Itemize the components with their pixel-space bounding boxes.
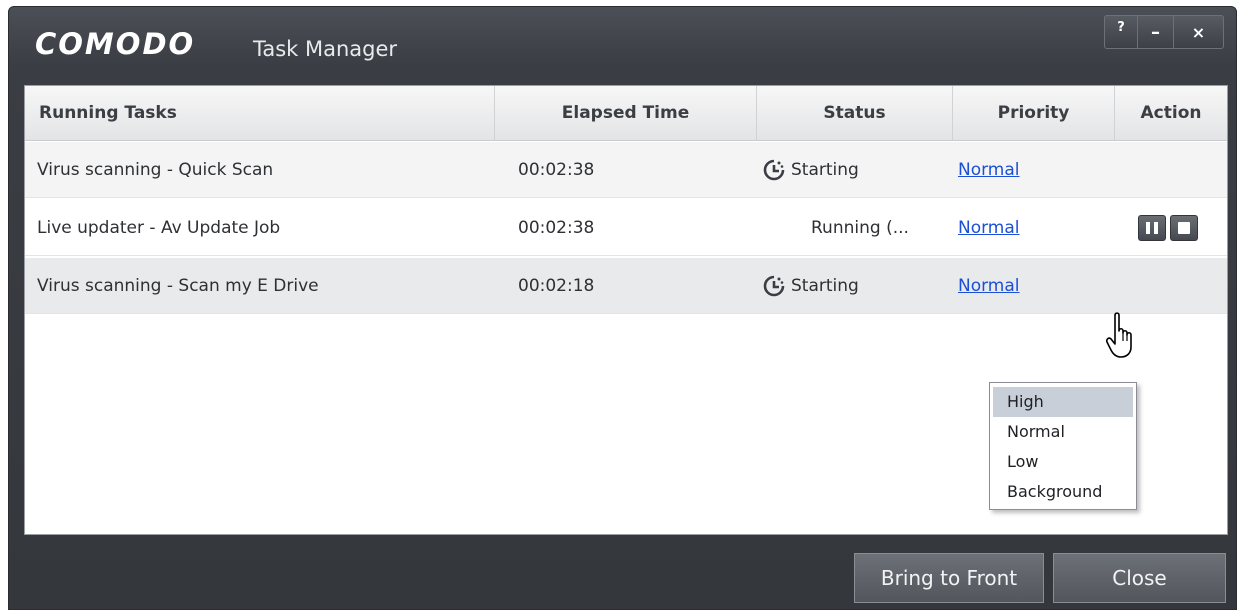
task-name: Virus scanning - Scan my E Drive: [37, 276, 319, 296]
priority: Normal: [958, 200, 1020, 256]
priority-link[interactable]: Normal: [958, 276, 1020, 296]
column-header-priority[interactable]: Priority: [953, 86, 1115, 140]
stop-button[interactable]: [1170, 215, 1198, 241]
task-manager-window: COMODO Task Manager ? – × Running Tasks …: [8, 6, 1237, 610]
priority-option-high[interactable]: High: [993, 387, 1133, 417]
table-row[interactable]: Live updater - Av Update Job 00:02:38 Ru…: [25, 200, 1227, 256]
task-name: Live updater - Av Update Job: [37, 218, 281, 238]
minimize-button[interactable]: –: [1137, 16, 1173, 48]
hand-cursor-icon: [1106, 312, 1132, 358]
footer: Bring to Front Close: [9, 543, 1236, 611]
status: Starting: [763, 142, 859, 198]
help-button[interactable]: ?: [1105, 16, 1137, 48]
column-header-running-tasks[interactable]: Running Tasks: [25, 86, 495, 140]
status-text: Running (...: [811, 218, 909, 238]
clock-icon: [763, 275, 785, 297]
priority-link[interactable]: Normal: [958, 218, 1020, 238]
priority-option-normal[interactable]: Normal: [993, 417, 1133, 447]
column-header-status[interactable]: Status: [757, 86, 953, 140]
window-controls: ? – ×: [1104, 15, 1224, 49]
pause-icon: [1144, 222, 1160, 234]
action-buttons: [1138, 215, 1198, 241]
priority: Normal: [958, 258, 1020, 314]
table-header: Running Tasks Elapsed Time Status Priori…: [25, 86, 1227, 141]
priority-option-low[interactable]: Low: [993, 447, 1133, 477]
priority: Normal: [958, 142, 1020, 198]
tasks-panel: Running Tasks Elapsed Time Status Priori…: [24, 85, 1228, 535]
elapsed-time: 00:02:38: [518, 160, 595, 180]
stop-icon: [1178, 222, 1190, 234]
window-title: Task Manager: [253, 37, 398, 61]
close-window-button[interactable]: ×: [1173, 16, 1223, 48]
status-text: Starting: [791, 160, 859, 180]
task-name: Virus scanning - Quick Scan: [37, 160, 274, 180]
column-header-elapsed-time[interactable]: Elapsed Time: [495, 86, 757, 140]
clock-icon: [763, 159, 785, 181]
close-button[interactable]: Close: [1053, 553, 1226, 603]
comodo-logo: COMODO: [35, 27, 196, 61]
status: Starting: [763, 258, 859, 314]
elapsed-time: 00:02:18: [518, 276, 595, 296]
bring-to-front-button[interactable]: Bring to Front: [854, 553, 1044, 603]
table-row[interactable]: Virus scanning - Quick Scan 00:02:38 Sta…: [25, 142, 1227, 198]
elapsed-time: 00:02:38: [518, 218, 595, 238]
priority-dropdown-menu: High Normal Low Background: [989, 382, 1137, 510]
priority-option-background[interactable]: Background: [993, 477, 1133, 507]
status: Running (...: [811, 200, 909, 256]
title-bar[interactable]: COMODO Task Manager ? – ×: [9, 7, 1236, 79]
column-header-action[interactable]: Action: [1115, 86, 1227, 140]
pause-button[interactable]: [1138, 215, 1166, 241]
status-text: Starting: [791, 276, 859, 296]
table-row[interactable]: Virus scanning - Scan my E Drive 00:02:1…: [25, 258, 1227, 314]
priority-link[interactable]: Normal: [958, 160, 1020, 180]
